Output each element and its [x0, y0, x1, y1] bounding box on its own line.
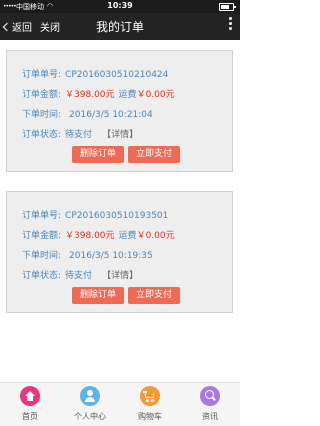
tab-bar: 首页 个人中心 购物车 资讯 [0, 382, 240, 426]
order-card: 订单单号: CP2016030510210424 订单金额: ￥398.00元 运费￥… [6, 50, 233, 172]
order-time-label: 下单时间: [22, 251, 62, 261]
back-label: 返回 [12, 23, 32, 34]
delete-order-button[interactable]: 删除订单 [72, 146, 124, 163]
order-list: 订单单号: CP2016030510210424 订单金额: ￥398.00元 运费￥… [0, 40, 240, 382]
order-number-row: 订单单号: CP2016030510193501 [22, 208, 168, 221]
home-icon [20, 386, 40, 406]
tab-label: 首页 [22, 412, 38, 421]
order-amount-label: 订单金额: [22, 90, 62, 100]
pay-now-button[interactable]: 立即支付 [128, 146, 180, 163]
order-time-row: 下单时间: 2016/3/5 10:21:04 [22, 107, 153, 120]
order-amount-row: 订单金额: ￥398.00元 运费￥0.00元 [22, 87, 175, 100]
order-time: 2016/3/5 10:19:35 [69, 251, 153, 261]
detail-link[interactable]: 【详情】 [102, 130, 138, 140]
tab-profile[interactable]: 个人中心 [60, 386, 120, 422]
order-amount: ￥398.00元 [65, 231, 115, 241]
order-number: CP2016030510210424 [65, 70, 169, 80]
shipping-fee: ￥0.00元 [136, 231, 175, 241]
search-icon [200, 386, 220, 406]
more-menu-icon[interactable] [229, 17, 232, 32]
order-time-label: 下单时间: [22, 110, 62, 120]
order-time: 2016/3/5 10:21:04 [69, 110, 153, 120]
pay-now-button[interactable]: 立即支付 [128, 287, 180, 304]
shipping-label: 运费 [118, 231, 137, 241]
order-amount-row: 订单金额: ￥398.00元 运费￥0.00元 [22, 228, 175, 241]
order-number: CP2016030510193501 [65, 211, 169, 221]
close-button[interactable]: 关闭 [40, 19, 60, 34]
battery-icon [219, 3, 236, 11]
status-bar: ••••• 中国移动 ◠ 10:39 [0, 0, 240, 13]
order-card: 订单单号: CP2016030510193501 订单金额: ￥398.00元 运费￥… [6, 191, 233, 313]
order-amount-label: 订单金额: [22, 231, 62, 241]
tab-cart[interactable]: 购物车 [120, 386, 180, 422]
tab-label: 资讯 [202, 412, 218, 421]
order-status-row: 订单状态: 待支付 【详情】 [22, 268, 138, 281]
order-status: 待支付 [65, 130, 93, 140]
order-status-label: 订单状态: [22, 130, 62, 140]
tab-label: 个人中心 [74, 412, 106, 421]
order-number-label: 订单单号: [22, 211, 62, 221]
shipping-fee: ￥0.00元 [136, 90, 175, 100]
order-number-label: 订单单号: [22, 70, 62, 80]
order-status-label: 订单状态: [22, 271, 62, 281]
chevron-left-icon [2, 22, 12, 32]
clock: 10:39 [107, 1, 133, 10]
nav-bar: 返回 关闭 我的订单 [0, 13, 240, 40]
shipping-label: 运费 [118, 90, 137, 100]
tab-label: 购物车 [138, 412, 162, 421]
back-button[interactable]: 返回 [2, 19, 32, 34]
tab-news[interactable]: 资讯 [180, 386, 240, 422]
cart-icon [140, 386, 160, 406]
order-number-row: 订单单号: CP2016030510210424 [22, 67, 168, 80]
user-icon [80, 386, 100, 406]
order-status: 待支付 [65, 271, 93, 281]
order-time-row: 下单时间: 2016/3/5 10:19:35 [22, 248, 153, 261]
delete-order-button[interactable]: 删除订单 [72, 287, 124, 304]
order-status-row: 订单状态: 待支付 【详情】 [22, 127, 138, 140]
order-amount: ￥398.00元 [65, 90, 115, 100]
detail-link[interactable]: 【详情】 [102, 271, 138, 281]
tab-home[interactable]: 首页 [0, 386, 60, 422]
page-title: 我的订单 [95, 20, 144, 34]
